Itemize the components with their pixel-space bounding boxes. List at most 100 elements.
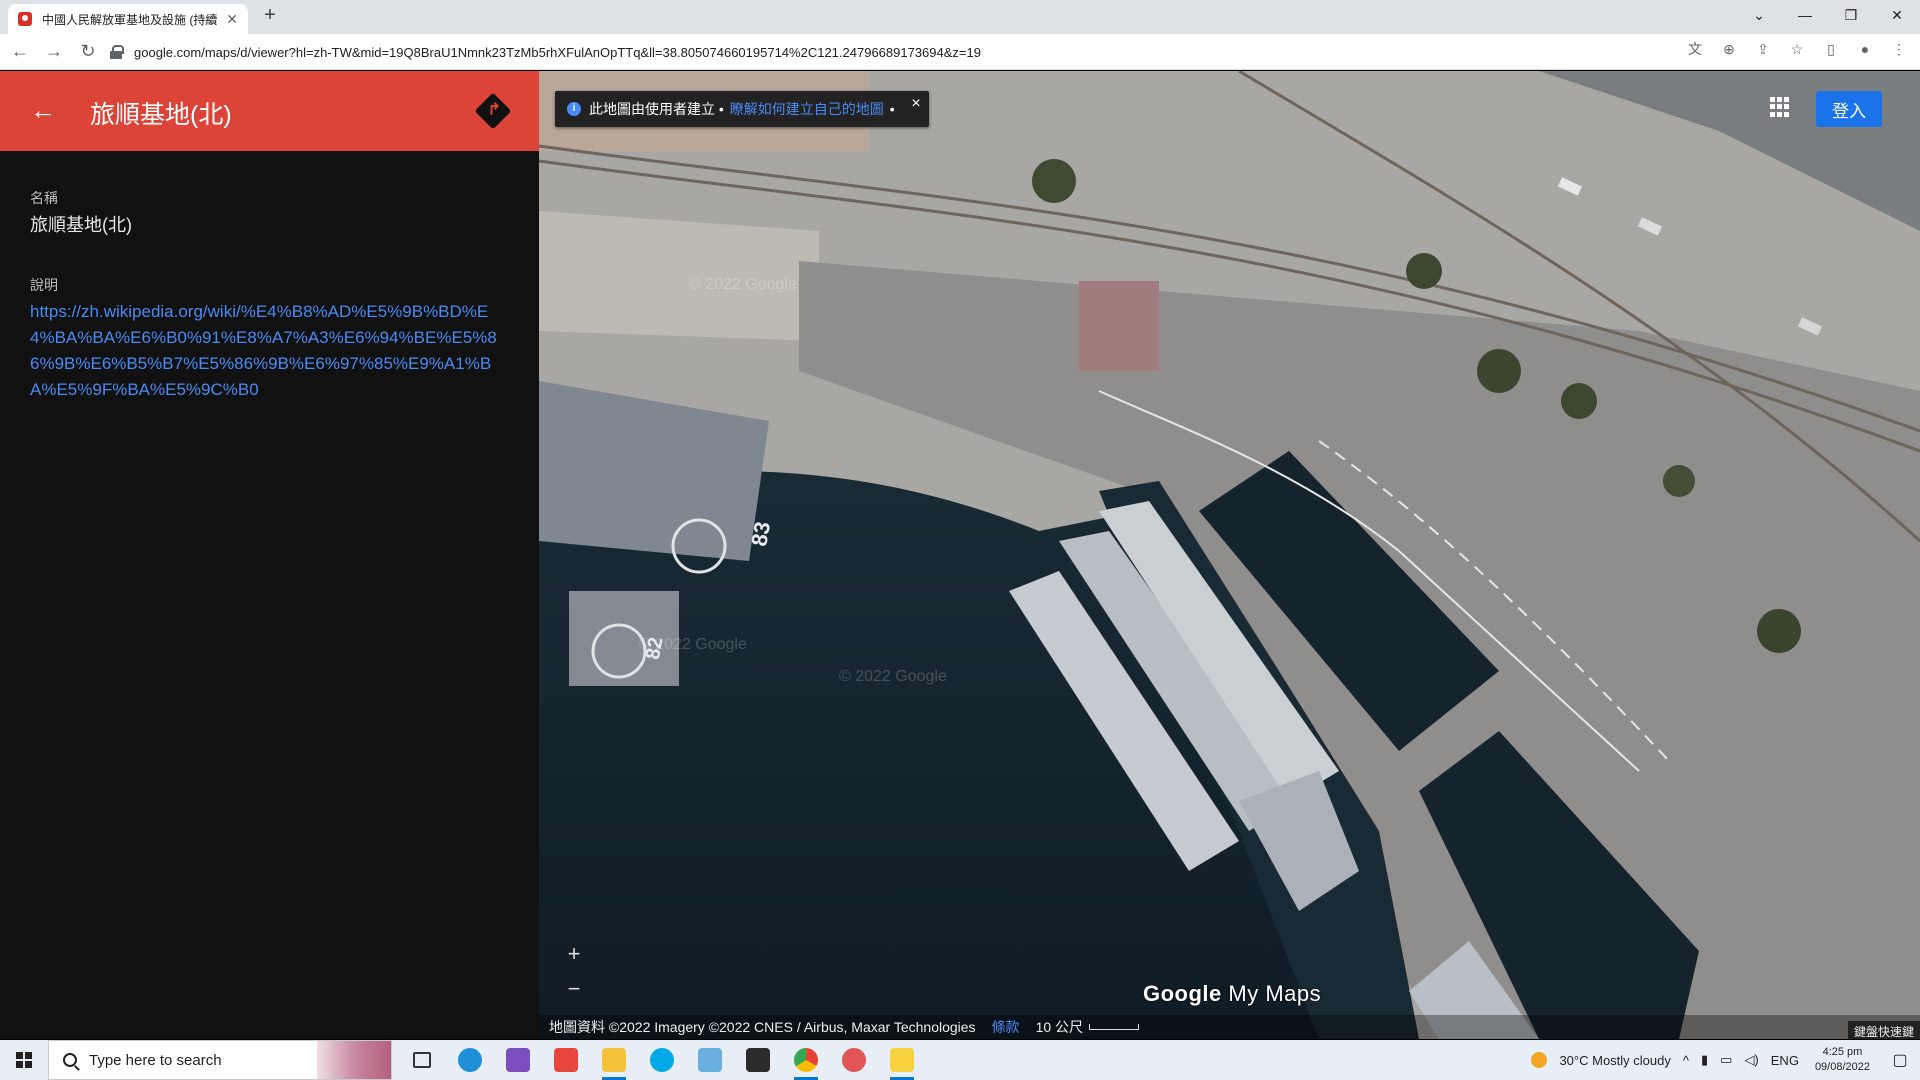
- keyboard-shortcuts-button[interactable]: 鍵盤快速鍵: [1847, 1021, 1920, 1039]
- network-icon[interactable]: ▭: [1720, 1052, 1732, 1068]
- new-tab-button[interactable]: +: [258, 4, 282, 27]
- url-text[interactable]: google.com/maps/d/viewer?hl=zh-TW&mid=19…: [134, 45, 981, 60]
- language-indicator[interactable]: ENG: [1771, 1053, 1799, 1068]
- banner-text: 此地圖由使用者建立 •: [589, 101, 724, 117]
- learn-create-map-link[interactable]: 瞭解如何建立自己的地圖: [730, 99, 884, 119]
- google-my-maps-logo: Google My Maps: [1143, 981, 1321, 1007]
- chrome-icon: [794, 1048, 818, 1072]
- google-apps-icon[interactable]: [1770, 97, 1790, 117]
- window-controls: ⌄ — ❐ ✕: [1736, 0, 1920, 30]
- map-watermark: © 2022 Google: [689, 276, 797, 293]
- restore-button[interactable]: ❐: [1828, 7, 1874, 24]
- task-view-button[interactable]: [398, 1040, 446, 1080]
- windows-logo-icon: [16, 1052, 32, 1068]
- back-button[interactable]: ←: [6, 38, 34, 66]
- tab-search-icon[interactable]: ⌄: [1736, 7, 1782, 24]
- map-attribution-bar: 地圖資料 ©2022 Imagery ©2022 CNES / Airbus, …: [539, 1015, 1920, 1039]
- satellite-imagery: [539, 71, 1920, 1039]
- name-label: 名稱: [30, 190, 58, 206]
- volume-icon[interactable]: ◁): [1744, 1052, 1758, 1068]
- directions-icon[interactable]: [474, 92, 512, 130]
- notification-icon[interactable]: ▢: [1880, 1050, 1920, 1070]
- edge-icon: [458, 1048, 482, 1072]
- sticky-notes-icon: [890, 1048, 914, 1072]
- panel-header: ← 旅順基地(北): [0, 71, 539, 151]
- share-icon[interactable]: ⇪: [1752, 38, 1774, 60]
- translate-icon[interactable]: 文: [1684, 38, 1706, 60]
- satellite-map[interactable]: © 2022 Google © 2022 Google © 2022 Googl…: [539, 71, 1920, 1039]
- helipad-marking: 82: [641, 635, 668, 662]
- taskbar-sticky-notes[interactable]: [878, 1040, 926, 1080]
- skype-icon: [650, 1048, 674, 1072]
- weather-icon[interactable]: [1531, 1052, 1548, 1068]
- maps-favicon-icon: [18, 12, 32, 26]
- taskbar-edge[interactable]: [446, 1040, 494, 1080]
- minimize-button[interactable]: —: [1782, 7, 1828, 23]
- close-window-button[interactable]: ✕: [1874, 7, 1920, 24]
- helipad-marking: 83: [746, 519, 776, 549]
- clock-time: 4:25 pm: [1822, 1046, 1863, 1058]
- tab-close-icon[interactable]: ✕: [226, 11, 238, 28]
- search-placeholder: Type here to search: [89, 1051, 222, 1069]
- taskbar-skype[interactable]: [638, 1040, 686, 1080]
- scale-label[interactable]: 10 公尺: [1036, 1017, 1083, 1037]
- browser-menu-icon[interactable]: ⋮: [1888, 38, 1910, 60]
- search-highlight-image: [317, 1041, 391, 1079]
- start-button[interactable]: [0, 1040, 48, 1080]
- taskbar-snipping-tool[interactable]: [830, 1040, 878, 1080]
- task-view-icon: [413, 1052, 431, 1068]
- tab-title: 中國人民解放軍基地及設施 (持續…: [42, 12, 219, 27]
- panel-title: 旅順基地(北): [90, 101, 232, 129]
- description-label: 說明: [30, 277, 58, 293]
- address-bar[interactable]: google.com/maps/d/viewer?hl=zh-TW&mid=19…: [110, 38, 1880, 66]
- zoom-in-button[interactable]: +: [557, 936, 591, 971]
- app-icon: [698, 1048, 722, 1072]
- taskbar-anydesk[interactable]: [542, 1040, 590, 1080]
- zoom-out-button[interactable]: −: [557, 971, 591, 1006]
- taskbar-visual-studio[interactable]: [494, 1040, 542, 1080]
- taskbar-search-box[interactable]: Type here to search: [48, 1040, 392, 1080]
- user-created-map-banner: i 此地圖由使用者建立 • 瞭解如何建立自己的地圖 • ×: [555, 91, 929, 127]
- visual-studio-icon: [506, 1048, 530, 1072]
- back-arrow-icon[interactable]: ←: [30, 95, 56, 126]
- taskbar-apps: [398, 1040, 926, 1080]
- browser-toolbar: ← → ↻ google.com/maps/d/viewer?hl=zh-TW&…: [0, 34, 1920, 70]
- folder-icon: [602, 1048, 626, 1072]
- banner-bullet: •: [889, 101, 895, 117]
- sign-in-button[interactable]: 登入: [1816, 91, 1882, 127]
- taskbar-chrome[interactable]: [782, 1040, 830, 1080]
- clock[interactable]: 4:25 pm 09/08/2022: [1815, 1045, 1870, 1075]
- place-detail-panel: ← 旅順基地(北) 名稱 旅順基地(北) 說明 https://zh.wikip…: [0, 71, 539, 1039]
- taskbar-terminal[interactable]: [734, 1040, 782, 1080]
- weather-text[interactable]: 30°C Mostly cloudy: [1559, 1053, 1670, 1068]
- lock-icon[interactable]: [110, 45, 124, 59]
- banner-close-icon[interactable]: ×: [911, 95, 920, 113]
- forward-button[interactable]: →: [40, 38, 68, 66]
- terminal-icon: [746, 1048, 770, 1072]
- system-tray: 30°C Mostly cloudy ^ ▮ ▭ ◁) ENG 4:25 pm …: [1531, 1040, 1920, 1080]
- terms-link[interactable]: 條款: [992, 1017, 1020, 1037]
- scale-bar: [1089, 1024, 1140, 1030]
- clock-date: 09/08/2022: [1814, 1061, 1870, 1073]
- bookmark-star-icon[interactable]: ☆: [1786, 38, 1808, 60]
- taskbar-file-explorer[interactable]: [590, 1040, 638, 1080]
- windows-taskbar: Type here to search 30°C Mostly cloudy ^…: [0, 1040, 1920, 1080]
- info-icon: i: [567, 102, 581, 116]
- reload-button[interactable]: ↻: [74, 38, 102, 66]
- browser-tab[interactable]: 中國人民解放軍基地及設施 (持續… ✕: [8, 4, 248, 34]
- taskbar-app-blue[interactable]: [686, 1040, 734, 1080]
- zoom-control: + −: [557, 936, 591, 1006]
- battery-icon[interactable]: ▮: [1701, 1052, 1708, 1068]
- show-hidden-icons-icon[interactable]: ^: [1683, 1053, 1689, 1068]
- map-watermark: © 2022 Google: [839, 668, 947, 685]
- browser-tabstrip: 中國人民解放軍基地及設施 (持續… ✕ + ⌄ — ❐ ✕: [0, 0, 1920, 34]
- attribution-text: 地圖資料 ©2022 Imagery ©2022 CNES / Airbus, …: [549, 1019, 976, 1035]
- zoom-icon[interactable]: ⊕: [1718, 38, 1740, 60]
- google-wordmark: Google: [1143, 981, 1222, 1006]
- description-link[interactable]: https://zh.wikipedia.org/wiki/%E4%B8%AD%…: [30, 299, 510, 403]
- toolbar-actions: 文 ⊕ ⇪ ☆ ▯ ● ⋮: [1684, 38, 1910, 60]
- profile-avatar-icon[interactable]: ●: [1854, 38, 1876, 60]
- mymaps-wordmark: My Maps: [1228, 981, 1322, 1006]
- name-value: 旅順基地(北): [30, 215, 132, 235]
- side-panel-icon[interactable]: ▯: [1820, 38, 1842, 60]
